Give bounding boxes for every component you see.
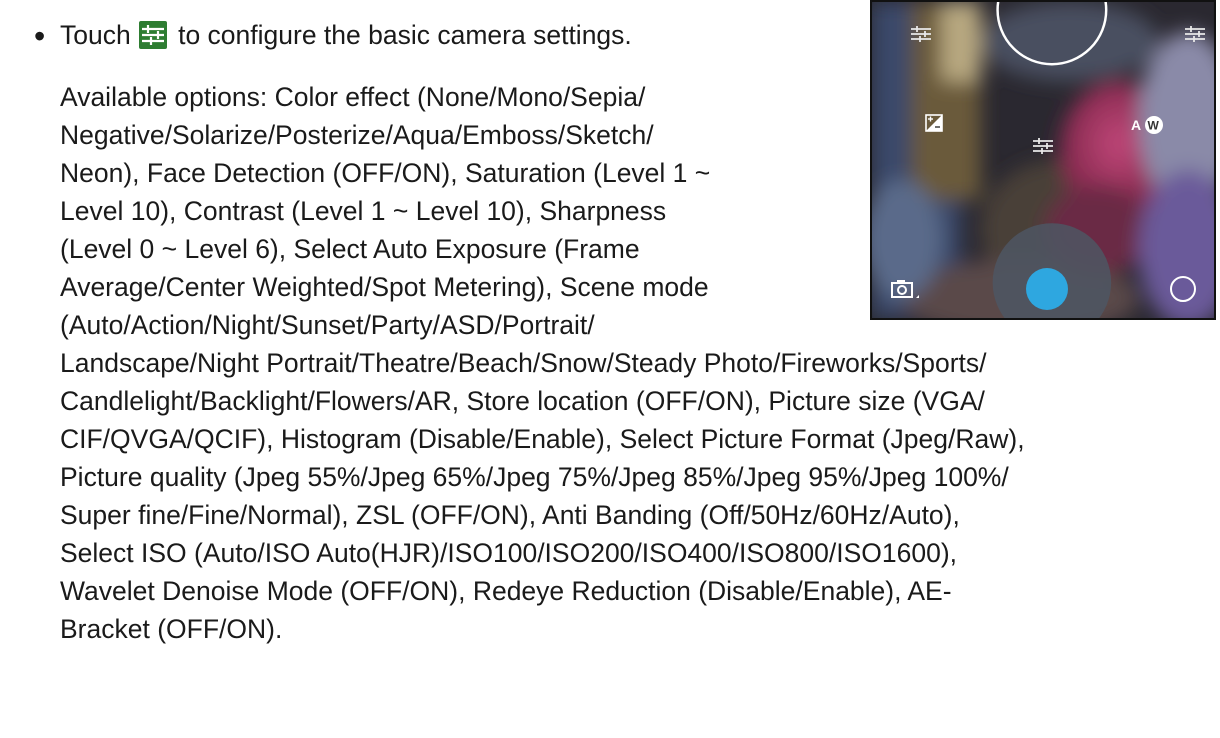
options-line-6: Average/Center Weighted/Spot Metering), … bbox=[60, 272, 709, 302]
settings-sliders-icon bbox=[138, 21, 167, 49]
options-line-11: Picture quality (Jpeg 55%/Jpeg 65%/Jpeg … bbox=[60, 462, 1009, 492]
options-line-9: Candlelight/Backlight/Flowers/AR, Store … bbox=[60, 386, 985, 416]
touch-text-after: to configure the basic camera settings. bbox=[178, 20, 632, 50]
touch-text-before: Touch bbox=[60, 20, 131, 50]
options-line-8: Landscape/Night Portrait/Theatre/Beach/S… bbox=[60, 348, 987, 378]
white-balance-icon[interactable]: A W bbox=[1130, 114, 1170, 136]
white-balance-label-a: A bbox=[1131, 117, 1141, 133]
options-line-7: (Auto/Action/Night/Sunset/Party/ASD/Port… bbox=[60, 310, 595, 340]
options-line-15: Bracket (OFF/ON). bbox=[60, 614, 283, 644]
settings-sliders-icon[interactable] bbox=[1032, 136, 1054, 156]
options-line-1: Available options: Color effect (None/Mo… bbox=[60, 82, 646, 112]
shutter-button[interactable] bbox=[1024, 266, 1070, 312]
options-line-13: Select ISO (Auto/ISO Auto(HJR)/ISO100/IS… bbox=[60, 538, 958, 568]
options-line-3: Neon), Face Detection (OFF/ON), Saturati… bbox=[60, 158, 711, 188]
settings-sliders-icon[interactable] bbox=[910, 24, 932, 44]
options-line-4: Level 10), Contrast (Level 1 ~ Level 10)… bbox=[60, 196, 667, 226]
options-line-10: CIF/QVGA/QCIF), Histogram (Disable/Enabl… bbox=[60, 424, 1025, 454]
gallery-thumbnail-button[interactable] bbox=[1168, 274, 1198, 304]
settings-sliders-icon[interactable] bbox=[1184, 24, 1206, 44]
white-balance-label-w: W bbox=[1148, 119, 1160, 133]
bullet-point: • bbox=[34, 18, 46, 54]
options-line-2: Negative/Solarize/Posterize/Aqua/Emboss/… bbox=[60, 120, 654, 150]
camera-mode-icon[interactable] bbox=[890, 278, 920, 302]
camera-screenshot: A W bbox=[870, 0, 1216, 320]
exposure-compensation-icon[interactable] bbox=[925, 114, 943, 132]
options-line-5: (Level 0 ~ Level 6), Select Auto Exposur… bbox=[60, 234, 640, 264]
options-line-14: Wavelet Denoise Mode (OFF/ON), Redeye Re… bbox=[60, 576, 952, 606]
options-line-12: Super fine/Fine/Normal), ZSL (OFF/ON), A… bbox=[60, 500, 960, 530]
touch-instruction: Touch to configure the basic camera sett… bbox=[60, 17, 632, 53]
